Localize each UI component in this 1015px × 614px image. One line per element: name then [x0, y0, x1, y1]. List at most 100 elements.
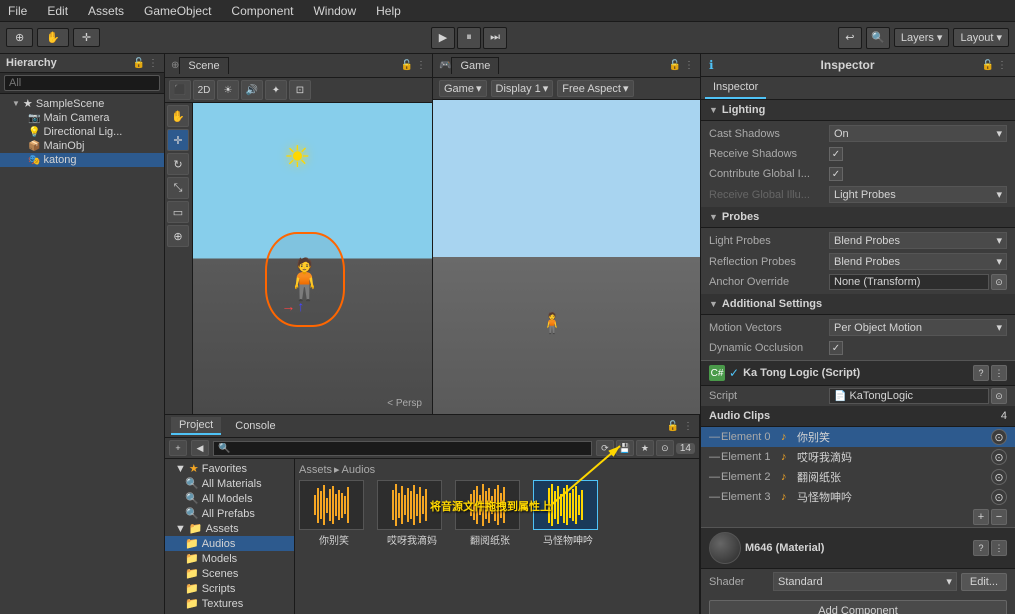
audio-add-btn[interactable]: + [973, 509, 989, 525]
project-search2-btn[interactable]: ⊙ [656, 440, 674, 456]
script-circle-btn[interactable]: ⊙ [991, 388, 1007, 404]
sidebar-assets[interactable]: ▼ 📁 Assets [165, 521, 294, 536]
add-asset-btn[interactable]: + [169, 440, 187, 456]
scene-light-btn[interactable]: ☀ [217, 80, 239, 100]
menu-help[interactable]: Help [372, 2, 405, 20]
inspector-tab[interactable]: Inspector [705, 77, 766, 99]
audio-remove-btn[interactable]: − [991, 509, 1007, 525]
menu-gameobject[interactable]: GameObject [140, 2, 215, 20]
project-save-btn[interactable]: 💾 [616, 440, 634, 456]
scene-gizmos-btn[interactable]: ⊡ [289, 80, 311, 100]
transform-tool-btn[interactable]: ⊕ [6, 28, 33, 47]
script-help-btn[interactable]: ? [973, 365, 989, 381]
dynamic-occlusion-checkbox[interactable]: ✓ [829, 341, 843, 355]
lighting-section-header[interactable]: ▼ Lighting [701, 100, 1015, 121]
scene-menu-icon[interactable]: ⋮ [416, 60, 426, 71]
contribute-gi-checkbox[interactable]: ✓ [829, 167, 843, 181]
audio-element-3[interactable]: — Element 3 ♪ 马怪物呻吟 ⊙ [701, 487, 1015, 507]
transform-tool-left-btn[interactable]: ⊕ [167, 225, 189, 247]
inspector-menu-icon[interactable]: ⋮ [997, 60, 1007, 71]
anchor-override-input[interactable]: None (Transform) [829, 274, 989, 290]
inspector-lock-icon[interactable]: 🔓 [982, 60, 994, 71]
audio-file-2[interactable]: 翻阅纸张 [455, 480, 525, 547]
undo-btn[interactable]: ↩ [838, 27, 862, 49]
audio-file-3[interactable]: 马怪物呻吟 [533, 480, 603, 547]
motion-vectors-dropdown[interactable]: Per Object Motion ▾ [829, 319, 1007, 336]
audios-breadcrumb[interactable]: Audios [342, 464, 376, 476]
console-tab[interactable]: Console [227, 418, 283, 434]
menu-component[interactable]: Component [227, 2, 297, 20]
hand-tool-left-btn[interactable]: ✋ [167, 105, 189, 127]
menu-edit[interactable]: Edit [43, 2, 72, 20]
project-refresh-btn[interactable]: ⟳ [596, 440, 614, 456]
aspect-dropdown[interactable]: Free Aspect ▾ [557, 80, 633, 97]
elem-0-circle-btn[interactable]: ⊙ [991, 429, 1007, 445]
project-search-input[interactable] [213, 441, 592, 456]
anchor-circle-btn[interactable]: ⊙ [991, 274, 1007, 290]
hand-tool-btn[interactable]: ✋ [37, 28, 69, 47]
elem-2-circle-btn[interactable]: ⊙ [991, 469, 1007, 485]
component-enable-check[interactable]: ✓ [729, 366, 739, 380]
hierarchy-item-directional[interactable]: 💡 Directional Lig... [0, 125, 164, 139]
audio-file-0[interactable]: 你别笑 [299, 480, 369, 547]
sidebar-scenes[interactable]: 📁 Scenes [165, 566, 294, 581]
script-input[interactable]: 📄 KaTongLogic [829, 388, 989, 404]
game-lock-icon[interactable]: 🔓 [669, 60, 681, 71]
hierarchy-item-maincamera[interactable]: 📷 Main Camera [0, 111, 164, 125]
audio-element-1[interactable]: — Element 1 ♪ 哎呀我滴妈 ⊙ [701, 447, 1015, 467]
pause-button[interactable]: ⏸ [457, 27, 481, 49]
scene-shaded-btn[interactable]: ⬛ [169, 80, 191, 100]
rotate-tool-left-btn[interactable]: ↻ [167, 153, 189, 175]
material-help-btn[interactable]: ? [973, 540, 989, 556]
shader-edit-btn[interactable]: Edit... [961, 573, 1007, 591]
project-star-btn[interactable]: ★ [636, 440, 654, 456]
material-settings-btn[interactable]: ⋮ [991, 540, 1007, 556]
hierarchy-item-katong[interactable]: 🎭 katong [0, 153, 164, 167]
scene-fx-btn[interactable]: ✦ [265, 80, 287, 100]
assets-breadcrumb[interactable]: Assets [299, 464, 332, 476]
play-button[interactable]: ▶ [431, 27, 455, 49]
search-toolbar-btn[interactable]: 🔍 [866, 27, 890, 49]
sidebar-all-materials[interactable]: 🔍 All Materials [165, 476, 294, 491]
receive-shadows-checkbox[interactable]: ✓ [829, 147, 843, 161]
project-tab[interactable]: Project [171, 417, 221, 435]
light-probes-dropdown[interactable]: Blend Probes ▾ [829, 232, 1007, 249]
hierarchy-menu-icon[interactable]: ⋮ [148, 58, 158, 69]
project-lock-icon[interactable]: 🔓 [667, 421, 679, 432]
add-component-button[interactable]: Add Component [709, 600, 1007, 614]
scene-view-content[interactable]: ☀ 🧍 → ↑ < Persp [193, 103, 432, 414]
elem-3-circle-btn[interactable]: ⊙ [991, 489, 1007, 505]
scene-audio-btn[interactable]: 🔊 [241, 80, 263, 100]
additional-settings-header[interactable]: ▼ Additional Settings [701, 294, 1015, 315]
hierarchy-lock-icon[interactable]: 🔓 [133, 58, 145, 69]
game-menu-icon[interactable]: ⋮ [684, 60, 694, 71]
menu-window[interactable]: Window [309, 2, 360, 20]
sidebar-all-models[interactable]: 🔍 All Models [165, 491, 294, 506]
menu-file[interactable]: File [4, 2, 31, 20]
script-settings-btn[interactable]: ⋮ [991, 365, 1007, 381]
shader-dropdown[interactable]: Standard ▾ [773, 572, 957, 591]
menu-assets[interactable]: Assets [84, 2, 128, 20]
sidebar-textures[interactable]: 📁 Textures [165, 596, 294, 611]
hierarchy-item-mainobj[interactable]: 📦 MainObj [0, 139, 164, 153]
project-menu-icon[interactable]: ⋮ [683, 421, 693, 432]
audio-element-0[interactable]: — Element 0 ♪ 你别笑 ⊙ [701, 427, 1015, 447]
rect-tool-left-btn[interactable]: ▭ [167, 201, 189, 223]
sidebar-all-prefabs[interactable]: 🔍 All Prefabs [165, 506, 294, 521]
cast-shadows-dropdown[interactable]: On ▾ [829, 125, 1007, 142]
project-back-btn[interactable]: ◀ [191, 440, 209, 456]
move-tool-left-btn[interactable]: ✛ [167, 129, 189, 151]
audio-element-2[interactable]: — Element 2 ♪ 翻阅纸张 ⊙ [701, 467, 1015, 487]
hierarchy-search-input[interactable] [4, 75, 160, 91]
step-button[interactable]: ⏭ [483, 27, 507, 49]
layers-dropdown[interactable]: Layers ▾ [894, 28, 950, 47]
elem-1-circle-btn[interactable]: ⊙ [991, 449, 1007, 465]
game-label-dropdown[interactable]: Game ▾ [439, 80, 487, 97]
scene-2d-btn[interactable]: 2D [193, 80, 215, 100]
game-tab[interactable]: Game [451, 57, 499, 74]
sidebar-models[interactable]: 📁 Models [165, 551, 294, 566]
probes-section-header[interactable]: ▼ Probes [701, 207, 1015, 228]
scene-tab[interactable]: Scene [179, 57, 228, 74]
layout-dropdown[interactable]: Layout ▾ [953, 28, 1009, 47]
move-tool-btn[interactable]: ✛ [73, 28, 100, 47]
